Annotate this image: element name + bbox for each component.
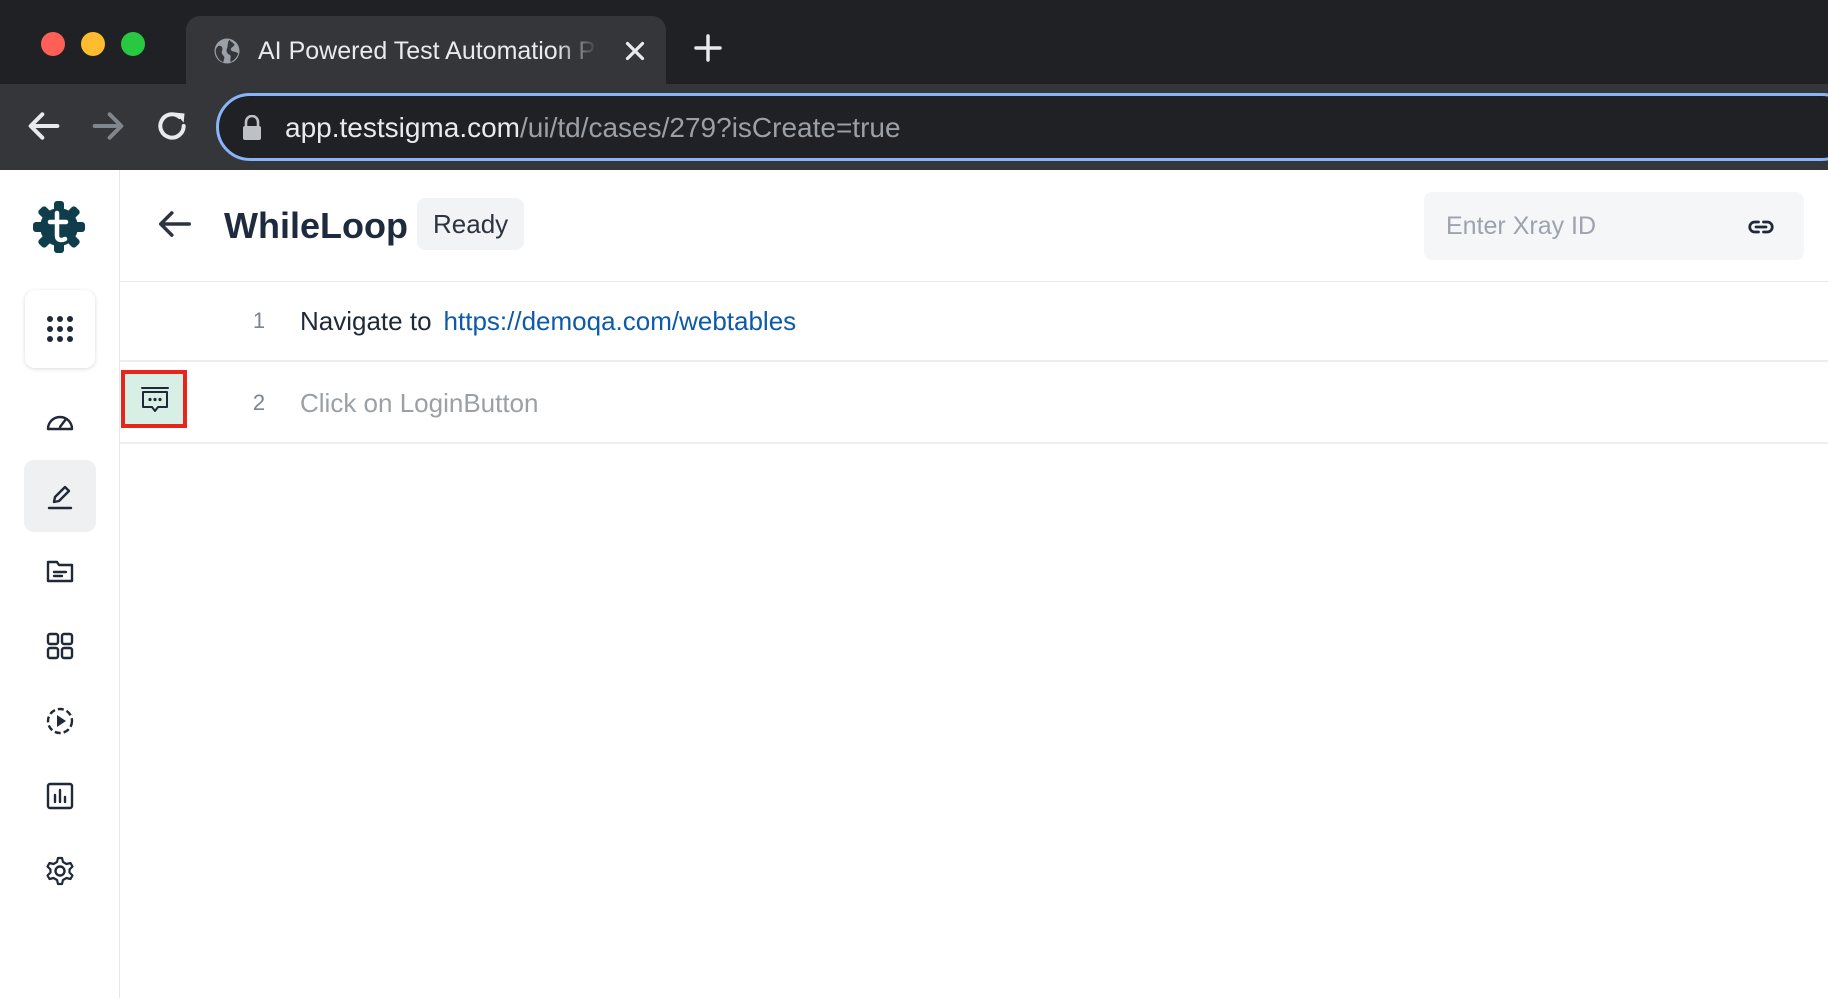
status-badge[interactable]: Ready xyxy=(417,198,525,250)
link-icon[interactable] xyxy=(1746,212,1776,242)
browser-toolbar: app.testsigma.com/ui/td/cases/279?isCrea… xyxy=(0,84,1828,170)
step-text[interactable]: Click on LoginButton xyxy=(300,384,538,422)
xray-id-field xyxy=(1424,192,1804,260)
test-step[interactable]: 1 Navigate to https://demoqa.com/webtable… xyxy=(120,282,1828,362)
test-case-header: WhileLoop Ready xyxy=(120,170,1828,282)
folder-icon xyxy=(46,560,74,583)
step-number: 2 xyxy=(252,390,266,415)
testsigma-logo-icon[interactable] xyxy=(30,198,88,256)
url-text[interactable]: app.testsigma.com/ui/td/cases/279?isCrea… xyxy=(285,110,901,146)
back-arrow-icon[interactable] xyxy=(156,205,194,243)
sidebar-item-suites[interactable] xyxy=(24,535,96,607)
grid-icon xyxy=(46,632,74,660)
browser-chrome: AI Powered Test Automation Platform app.… xyxy=(0,0,1828,170)
tab-title: AI Powered Test Automation Platform xyxy=(258,37,598,65)
apps-menu-button[interactable] xyxy=(25,290,95,368)
url-host: app.testsigma.com xyxy=(285,112,520,143)
lock-icon[interactable] xyxy=(241,115,263,141)
sidebar-item-settings[interactable] xyxy=(24,835,96,907)
close-icon[interactable] xyxy=(620,36,650,66)
step-url-link[interactable]: https://demoqa.com/webtables xyxy=(444,306,797,336)
address-bar[interactable]: app.testsigma.com/ui/td/cases/279?isCrea… xyxy=(216,93,1828,161)
minimize-window-button[interactable] xyxy=(81,32,105,56)
step-number: 1 xyxy=(252,308,266,333)
comment-icon xyxy=(141,387,169,412)
dashboard-gauge-icon xyxy=(46,415,74,431)
step-action: Navigate to xyxy=(300,306,432,336)
edit-pen-icon xyxy=(47,485,73,510)
sidebar-item-runs[interactable] xyxy=(24,685,96,757)
close-window-button[interactable] xyxy=(41,32,65,56)
chart-icon xyxy=(46,782,74,810)
xray-id-input[interactable] xyxy=(1446,206,1736,246)
app-container: WhileLoop Ready 1 Navigate to https://dem… xyxy=(0,170,1828,998)
page-title: WhileLoop xyxy=(224,205,408,246)
forward-arrow-icon[interactable] xyxy=(88,106,128,146)
gear-icon xyxy=(46,856,74,886)
browser-tab[interactable]: AI Powered Test Automation Platform xyxy=(186,16,666,84)
apps-grid-icon xyxy=(47,316,73,342)
main-content: WhileLoop Ready 1 Navigate to https://dem… xyxy=(120,170,1828,998)
reload-icon[interactable] xyxy=(152,106,192,146)
globe-icon xyxy=(214,38,240,64)
tab-strip: AI Powered Test Automation Platform xyxy=(0,0,1828,84)
play-circle-icon xyxy=(46,707,74,735)
sidebar-item-dashboard[interactable] xyxy=(24,385,96,457)
step-text[interactable]: Navigate to https://demoqa.com/webtables xyxy=(300,302,796,340)
sidebar-item-elements[interactable] xyxy=(24,610,96,682)
sidebar-item-reports[interactable] xyxy=(24,760,96,832)
step-comment-button[interactable] xyxy=(121,370,187,428)
test-step[interactable]: 2 Click on LoginButton xyxy=(120,364,1828,444)
sidebar xyxy=(0,170,120,998)
maximize-window-button[interactable] xyxy=(121,32,145,56)
plus-icon[interactable] xyxy=(692,32,724,64)
sidebar-item-test-cases[interactable] xyxy=(24,460,96,532)
url-path: /ui/td/cases/279?isCreate=true xyxy=(520,112,901,143)
back-arrow-icon[interactable] xyxy=(24,106,64,146)
